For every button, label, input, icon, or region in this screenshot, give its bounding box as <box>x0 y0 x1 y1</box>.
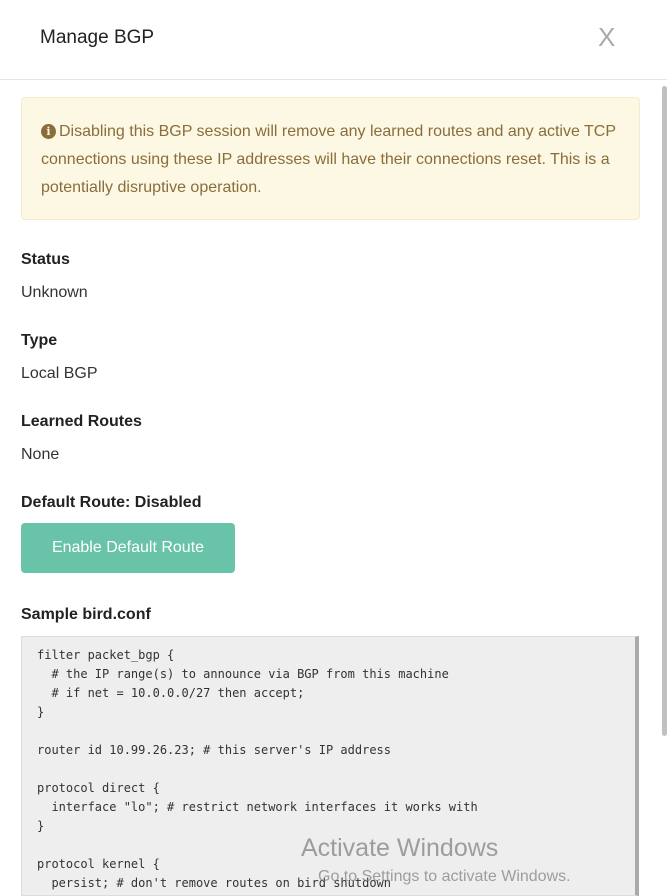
info-circle-icon: i <box>41 124 56 139</box>
alert-text: Disabling this BGP session will remove a… <box>41 123 616 196</box>
modal-header: Manage BGP X <box>0 0 667 80</box>
status-value: Unknown <box>21 284 88 301</box>
learned-routes-value: None <box>21 446 60 463</box>
sample-config-label: Sample bird.conf <box>21 606 151 623</box>
warning-alert: i Disabling this BGP session will remove … <box>21 97 640 220</box>
activate-windows-subtext: Go to Settings to activate Windows. <box>318 868 571 885</box>
scrollbar[interactable] <box>662 86 667 736</box>
close-button[interactable]: X <box>598 22 615 53</box>
learned-routes-label: Learned Routes <box>21 413 142 430</box>
status-label: Status <box>21 251 70 268</box>
modal-title: Manage BGP <box>40 27 155 48</box>
default-route-label: Default Route: Disabled <box>21 494 202 511</box>
type-label: Type <box>21 332 58 349</box>
enable-default-route-button[interactable]: Enable Default Route <box>21 523 235 573</box>
activate-windows-watermark: Activate Windows <box>301 834 499 862</box>
type-value: Local BGP <box>21 365 98 382</box>
